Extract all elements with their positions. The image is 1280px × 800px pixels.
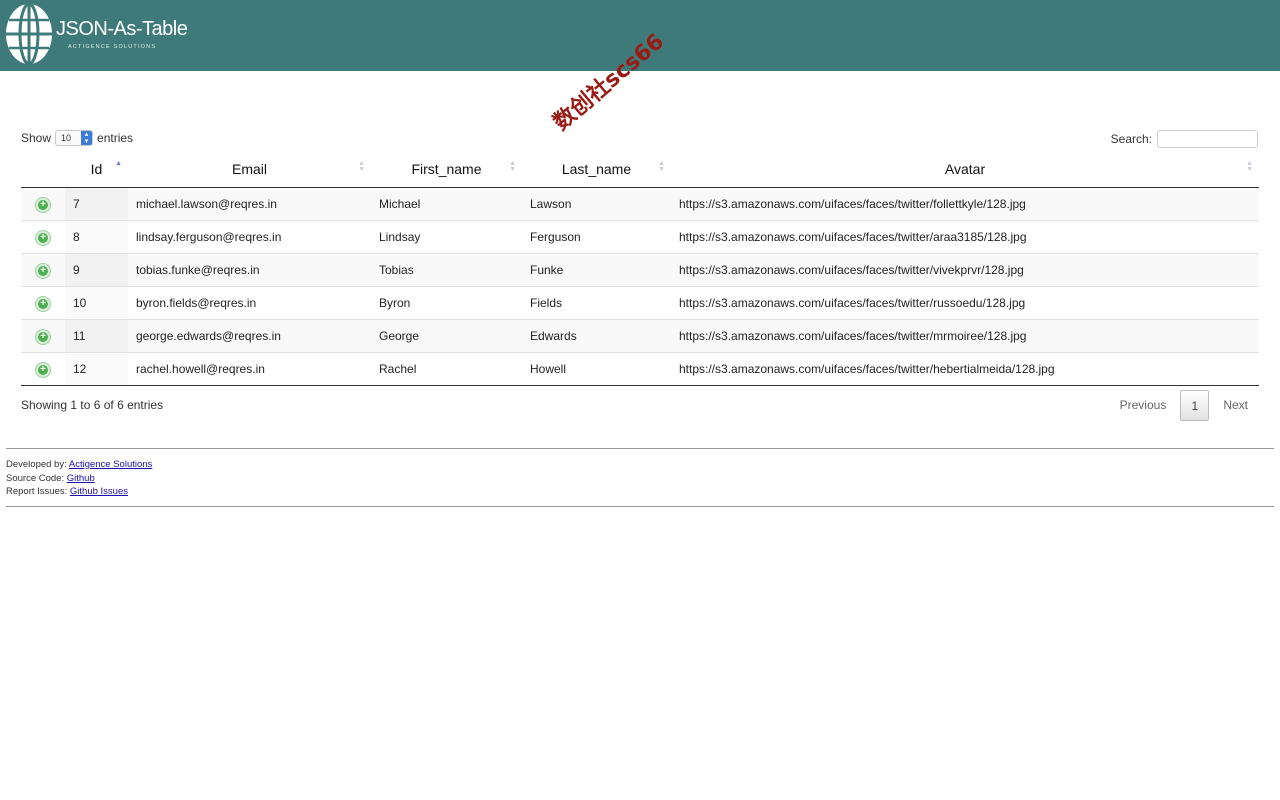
last-name-cell: Lawson — [522, 187, 671, 220]
sort-icon: ▲ ▼ — [358, 160, 365, 173]
source-code-line: Source Code: Github — [6, 472, 152, 486]
column-header-last-name[interactable]: Last_name ▲ ▼ — [522, 152, 671, 188]
footer-divider-top — [6, 448, 1274, 449]
email-cell: byron.fields@reqres.in — [128, 285, 371, 319]
email-cell: michael.lawson@reqres.in — [128, 187, 371, 220]
plus-circle-icon[interactable]: + — [36, 296, 50, 311]
plus-circle-icon[interactable]: + — [36, 197, 50, 212]
entries-label: entries — [97, 131, 134, 145]
search-input[interactable] — [1157, 130, 1258, 148]
first-name-cell: Tobias — [371, 252, 522, 286]
table-row: +7 michael.lawson@reqres.in Michael Lawson h… — [21, 187, 1259, 220]
first-name-cell: Rachel — [371, 351, 522, 386]
column-header-id[interactable]: Id ▲ — [65, 152, 128, 188]
id-cell: 9 — [65, 252, 128, 286]
pagination: Previous 1 Next — [1110, 390, 1258, 421]
avatar-cell: https://s3.amazonaws.com/uifaces/faces/t… — [671, 285, 1259, 319]
plus-circle-icon[interactable]: + — [36, 329, 50, 344]
avatar-cell: https://s3.amazonaws.com/uifaces/faces/t… — [671, 219, 1259, 253]
developed-by-label: Developed by: — [6, 459, 67, 470]
expand-cell: + — [21, 219, 65, 253]
column-header-expand — [21, 152, 65, 188]
github-link[interactable]: Github — [67, 473, 95, 484]
email-cell: rachel.howell@reqres.in — [128, 351, 371, 386]
column-header-avatar[interactable]: Avatar ▲ ▼ — [671, 152, 1259, 188]
search-label: Search: — [1110, 132, 1152, 146]
developer-link[interactable]: Actigence Solutions — [69, 459, 152, 470]
next-button[interactable]: Next — [1213, 390, 1258, 421]
id-cell: 10 — [65, 285, 128, 319]
globe-icon — [6, 2, 52, 66]
last-name-cell: Ferguson — [522, 219, 671, 253]
table-header-row: Id ▲ Email ▲ ▼ First_name ▲ ▼ Last_name ▲ ▼ Ava… — [21, 152, 1259, 188]
table-row: +9 tobias.funke@reqres.in Tobias Funke https… — [21, 252, 1259, 286]
last-name-cell: Fields — [522, 285, 671, 319]
report-issues-line: Report Issues: Github Issues — [6, 485, 152, 499]
app-subtitle: ACTIGENCE SOLUTIONS — [68, 44, 157, 50]
app-title: JSON-As-Table — [56, 18, 188, 40]
table-row: +12 rachel.howell@reqres.in Rachel Howell ht… — [21, 351, 1259, 386]
id-cell: 7 — [65, 187, 128, 220]
table-row: +11 george.edwards@reqres.in George Edwards… — [21, 318, 1259, 352]
avatar-cell: https://s3.amazonaws.com/uifaces/faces/t… — [671, 252, 1259, 286]
avatar-cell: https://s3.amazonaws.com/uifaces/faces/t… — [671, 187, 1259, 220]
github-issues-link[interactable]: Github Issues — [70, 486, 128, 497]
plus-circle-icon[interactable]: + — [36, 362, 50, 377]
email-cell: tobias.funke@reqres.in — [128, 252, 371, 286]
footer-divider-bottom — [6, 506, 1274, 507]
expand-cell: + — [21, 318, 65, 352]
first-name-cell: Michael — [371, 187, 522, 220]
expand-cell: + — [21, 351, 65, 386]
id-cell: 12 — [65, 351, 128, 386]
first-name-cell: Byron — [371, 285, 522, 319]
column-header-first-name[interactable]: First_name ▲ ▼ — [371, 152, 522, 188]
id-cell: 8 — [65, 219, 128, 253]
email-cell: george.edwards@reqres.in — [128, 318, 371, 352]
expand-cell: + — [21, 252, 65, 286]
plus-circle-icon[interactable]: + — [36, 230, 50, 245]
chevron-updown-icon: ▴ ▾ — [81, 131, 93, 145]
table-info: Showing 1 to 6 of 6 entries — [21, 398, 164, 412]
avatar-cell: https://s3.amazonaws.com/uifaces/faces/t… — [671, 318, 1259, 352]
last-name-cell: Howell — [522, 351, 671, 386]
previous-button[interactable]: Previous — [1110, 390, 1177, 421]
expand-cell: + — [21, 285, 65, 319]
source-code-label: Source Code: — [6, 472, 65, 484]
footer-credits: Developed by: Actigence Solutions Source… — [6, 458, 152, 499]
sort-icon: ▲ ▼ — [1246, 160, 1253, 173]
page-length-value: 10 — [61, 133, 72, 143]
page-length-select[interactable]: 10 ▴ ▾ — [55, 130, 94, 146]
id-cell: 11 — [65, 318, 128, 352]
data-table: Id ▲ Email ▲ ▼ First_name ▲ ▼ Last_name ▲ ▼ Ava… — [21, 152, 1259, 386]
sort-asc-icon: ▲ — [115, 160, 122, 167]
page-length-control: Show 10 ▴ ▾ entries — [21, 130, 133, 146]
page-button-current[interactable]: 1 — [1180, 390, 1210, 421]
report-issues-label: Report Issues: — [6, 486, 68, 498]
table-row: +10 byron.fields@reqres.in Byron Fields http… — [21, 285, 1259, 319]
column-header-email[interactable]: Email ▲ ▼ — [128, 152, 371, 188]
sort-icon: ▲ ▼ — [658, 160, 665, 173]
plus-circle-icon[interactable]: + — [36, 263, 50, 278]
table-row: +8 lindsay.ferguson@reqres.in Lindsay Fergu… — [21, 219, 1259, 253]
last-name-cell: Funke — [522, 252, 671, 286]
developed-by-line: Developed by: Actigence Solutions — [6, 458, 152, 472]
last-name-cell: Edwards — [522, 318, 671, 352]
first-name-cell: Lindsay — [371, 219, 522, 253]
search-control: Search: — [1111, 130, 1258, 148]
expand-cell: + — [21, 187, 65, 220]
first-name-cell: George — [371, 318, 522, 352]
email-cell: lindsay.ferguson@reqres.in — [128, 219, 371, 253]
avatar-cell: https://s3.amazonaws.com/uifaces/faces/t… — [671, 351, 1259, 386]
show-label: Show — [21, 131, 52, 145]
sort-icon: ▲ ▼ — [509, 160, 516, 173]
